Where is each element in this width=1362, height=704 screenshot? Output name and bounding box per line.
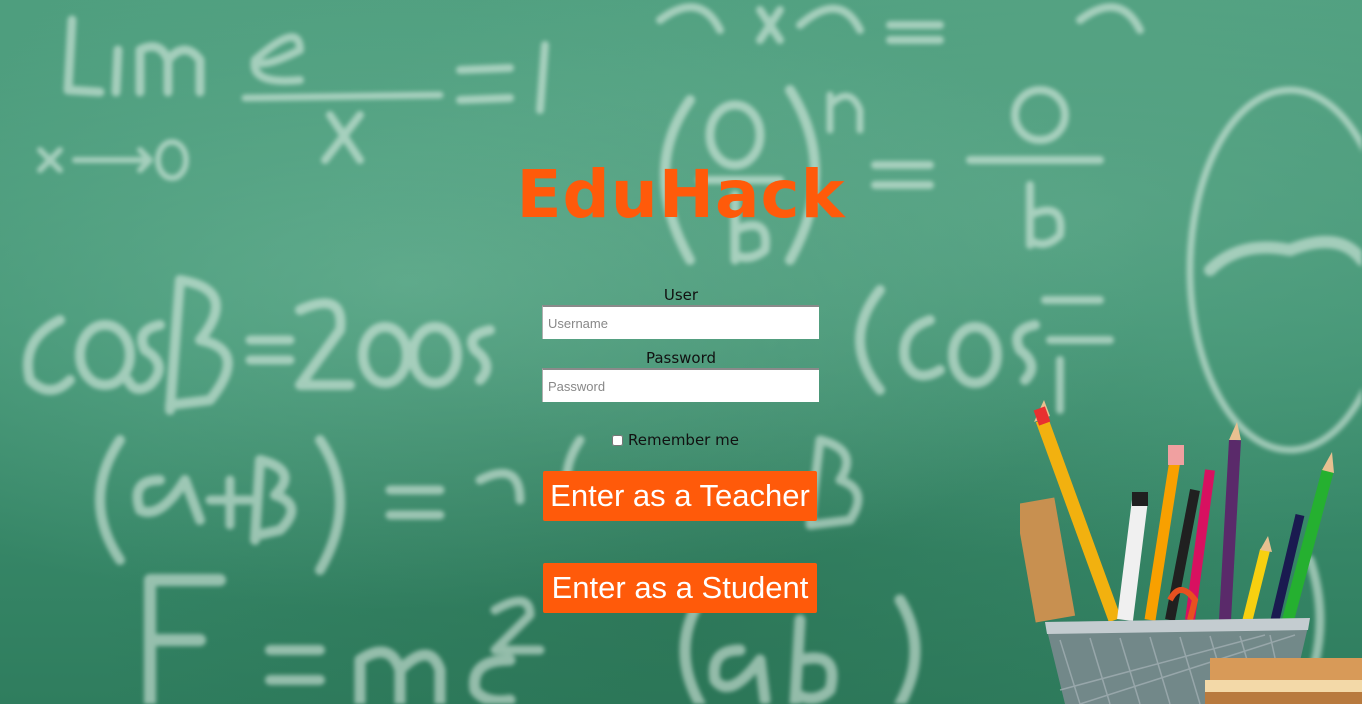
username-input[interactable] (542, 305, 819, 339)
remember-me-checkbox[interactable] (612, 434, 623, 446)
enter-as-student-button[interactable]: Enter as a Student (543, 563, 817, 613)
password-input[interactable] (542, 368, 819, 402)
app-title: EduHack (516, 156, 846, 233)
user-label: User (663, 286, 699, 304)
remember-me-row[interactable]: Remember me (612, 431, 739, 449)
remember-me-label: Remember me (628, 431, 739, 449)
pencil-cup-illustration (1020, 400, 1362, 704)
enter-as-teacher-button[interactable]: Enter as a Teacher (543, 471, 817, 521)
password-label: Password (645, 349, 717, 367)
